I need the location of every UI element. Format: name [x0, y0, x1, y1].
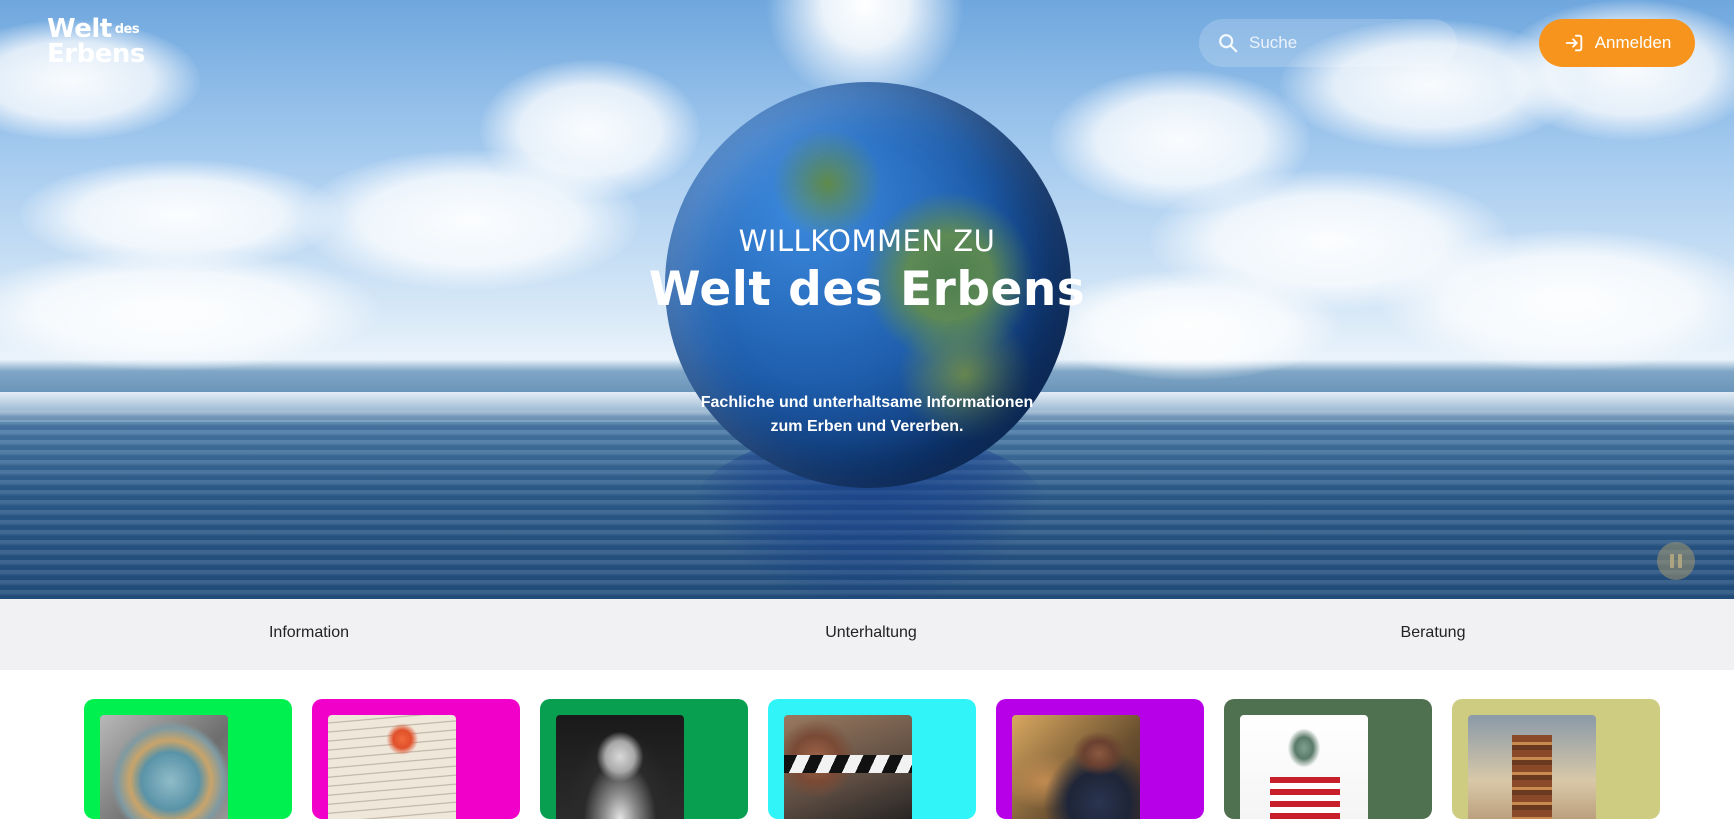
elderly-man-portrait-photo [556, 715, 684, 819]
category-card[interactable] [312, 699, 520, 819]
usa-landmarks-photo [1240, 715, 1368, 819]
cloud [1380, 230, 1734, 370]
nav-item-unterhaltung[interactable]: Unterhaltung [825, 624, 917, 642]
pause-icon [1670, 554, 1674, 568]
hero-welcome: WILLKOMMEN ZU [738, 224, 996, 258]
logo-word-erbens: Erbens [47, 39, 145, 69]
category-card[interactable] [540, 699, 748, 819]
hero-tagline: Fachliche und unterhaltsame Informatione… [617, 391, 1117, 439]
category-card[interactable] [1452, 699, 1660, 819]
hero-title: Welt des Erbens [648, 262, 1086, 317]
login-button[interactable]: Anmelden [1539, 19, 1695, 67]
logo-word-des: des [114, 22, 140, 37]
site-logo[interactable]: Welt des Erbens [47, 16, 145, 67]
hero-tagline-line1: Fachliche und unterhaltsame Informatione… [700, 394, 1034, 411]
hero-tagline-line2: zum Erben und Vererben. [770, 418, 964, 435]
login-label: Anmelden [1594, 33, 1672, 52]
category-card[interactable] [84, 699, 292, 819]
globe-photo [100, 715, 228, 819]
book-stack-photo [1468, 715, 1596, 819]
search-box[interactable] [1199, 19, 1457, 67]
search-input[interactable] [1249, 33, 1439, 53]
nav-item-information[interactable]: Information [269, 624, 349, 642]
pause-icon [1678, 554, 1682, 568]
cloud [480, 60, 700, 200]
category-card[interactable] [1224, 699, 1432, 819]
category-card[interactable] [996, 699, 1204, 819]
handwritten-book-photo [328, 715, 456, 819]
cloud [0, 250, 380, 370]
category-nav: Information Unterhaltung Beratung [0, 599, 1734, 670]
search-icon [1219, 34, 1238, 53]
category-card[interactable] [768, 699, 976, 819]
film-clapperboard-photo [784, 715, 912, 819]
video-pause-button[interactable] [1657, 542, 1695, 580]
press-interview-photo [1012, 715, 1140, 819]
login-icon [1565, 34, 1582, 52]
nav-item-beratung[interactable]: Beratung [1401, 624, 1466, 642]
